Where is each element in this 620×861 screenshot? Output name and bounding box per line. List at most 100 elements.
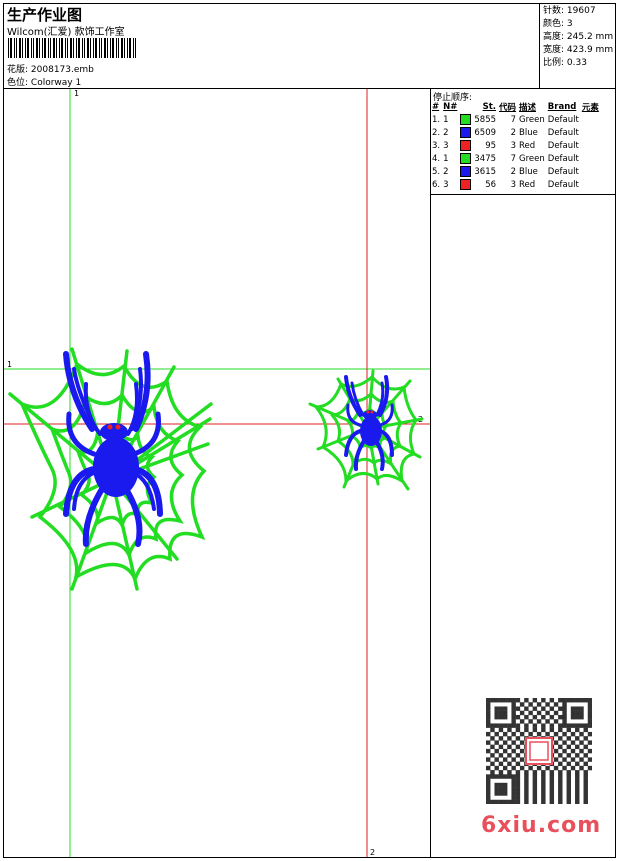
col-brand: Brand [547, 102, 577, 112]
colorway-value: Colorway 1 [30, 78, 82, 88]
stat-scale: 比例: 0.33 [543, 57, 613, 70]
row-needle: 1 [443, 114, 449, 125]
table-row: 6. 3 56 3 Red Default [432, 178, 602, 191]
stat-value: 0.33 [566, 58, 587, 68]
row-needle: 3 [443, 140, 449, 151]
row-swatch [460, 113, 474, 126]
row-index: 4. [432, 153, 441, 164]
row-swatch [460, 178, 474, 191]
color-swatch [460, 114, 472, 125]
row-element [582, 139, 602, 152]
guide-label-green-h: 1 [7, 360, 12, 369]
row-element [582, 126, 602, 139]
row-swatch [460, 126, 474, 139]
row-brand: Default [547, 153, 579, 164]
stop-sequence-table: # N# St. 代码 描述 Brand 元素 1. 1 5855 7 Green Def… [432, 101, 602, 191]
design-label: 花版: [7, 65, 29, 75]
qr-code [486, 698, 592, 804]
row-desc: Red [519, 179, 536, 190]
row-stitches: 5855 [474, 114, 497, 125]
row-code: 2 [510, 127, 517, 138]
row-stitches: 3475 [474, 153, 497, 164]
table-row: 5. 2 3615 2 Blue Default [432, 165, 602, 178]
row-index: 1. [432, 114, 441, 125]
row-brand: Default [547, 127, 579, 138]
barcode [8, 38, 136, 58]
stat-value: 245.2 mm [566, 32, 614, 42]
row-element [582, 113, 602, 126]
col-stitches: St. [482, 102, 497, 112]
row-code: 7 [510, 153, 517, 164]
guide-label-green-v: 1 [74, 89, 79, 98]
row-swatch [460, 152, 474, 165]
color-swatch [460, 127, 472, 138]
stat-label: 颜色: [543, 19, 565, 29]
col-needle: N# [443, 102, 458, 112]
row-needle: 3 [443, 179, 449, 190]
col-index: # [432, 102, 440, 112]
stat-colors: 颜色: 3 [543, 18, 613, 31]
stat-width: 宽度: 423.9 mm [543, 44, 613, 57]
row-desc: Red [519, 140, 536, 151]
guide-label-red-v: 2 [370, 848, 375, 857]
row-desc: Green [519, 114, 545, 125]
table-row: 1. 1 5855 7 Green Default [432, 113, 602, 126]
stat-label: 比例: [543, 58, 565, 68]
row-needle: 1 [443, 153, 449, 164]
row-stitches: 56 [485, 179, 497, 190]
row-element [582, 165, 602, 178]
stat-label: 宽度: [543, 45, 565, 55]
row-element [582, 178, 602, 191]
row-brand: Default [547, 114, 579, 125]
row-code: 7 [510, 114, 517, 125]
color-swatch [460, 140, 472, 151]
table-bottom-divider [430, 194, 616, 195]
row-index: 6. [432, 179, 441, 190]
stat-height: 高度: 245.2 mm [543, 31, 613, 44]
design-value: 2008173.emb [30, 65, 94, 75]
row-index: 5. [432, 166, 441, 177]
row-code: 2 [510, 166, 517, 177]
col-swatch [460, 101, 474, 113]
row-desc: Green [519, 153, 545, 164]
col-desc: 描述 [519, 103, 537, 113]
row-brand: Default [547, 166, 579, 177]
stat-value: 19607 [566, 6, 596, 16]
watermark-logo: 6xiu.com [481, 813, 602, 838]
col-element: 元素 [581, 103, 599, 113]
page-subtitle: Wilcom(汇爱) 款饰工作室 [7, 27, 125, 38]
row-index: 2. [432, 127, 441, 138]
design-row: 花版: 2008173.emb [7, 62, 94, 75]
row-stitches: 95 [485, 140, 497, 151]
row-brand: Default [547, 140, 579, 151]
col-code: 代码 [499, 103, 517, 113]
spider-large [63, 351, 163, 547]
color-swatch [460, 153, 472, 164]
row-needle: 2 [443, 166, 449, 177]
color-swatch [460, 166, 472, 177]
row-needle: 2 [443, 127, 449, 138]
row-element [582, 152, 602, 165]
stat-stitches: 针数: 19607 [543, 5, 613, 18]
row-code: 3 [510, 140, 517, 151]
row-desc: Blue [519, 127, 538, 138]
row-swatch [460, 139, 474, 152]
row-stitches: 3615 [474, 166, 497, 177]
row-desc: Blue [519, 166, 538, 177]
table-row: 4. 1 3475 7 Green Default [432, 152, 602, 165]
stats-divider [539, 3, 540, 89]
row-index: 3. [432, 140, 441, 151]
colorway-row: 色位: Colorway 1 [7, 75, 81, 88]
design-canvas: 1 1 2 2 [4, 89, 430, 857]
page-title: 生产作业图 [7, 6, 83, 24]
stat-label: 针数: [543, 6, 565, 16]
stat-value: 423.9 mm [566, 45, 614, 55]
row-swatch [460, 165, 474, 178]
table-header-row: # N# St. 代码 描述 Brand 元素 [432, 101, 602, 113]
stat-label: 高度: [543, 32, 565, 42]
stat-value: 3 [566, 19, 573, 29]
color-swatch [460, 179, 472, 190]
table-row: 3. 3 95 3 Red Default [432, 139, 602, 152]
stats-panel: 针数: 19607 颜色: 3 高度: 245.2 mm 宽度: 423.9 m… [543, 5, 613, 70]
colorway-label: 色位: [7, 78, 29, 88]
